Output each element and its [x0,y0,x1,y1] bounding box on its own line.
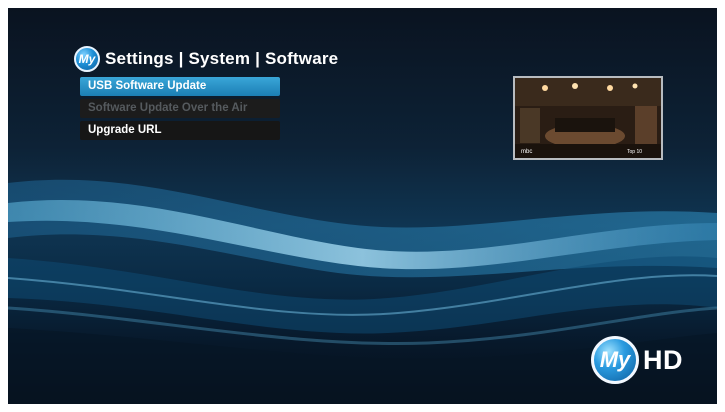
myhd-logo-hd: HD [643,344,683,375]
channel-logo: mbc [521,149,532,155]
menu-item-usb-software-update[interactable]: USB Software Update [80,77,280,96]
menu-item-software-update-ota[interactable]: Software Update Over the Air [80,99,280,118]
preview-overlay-text: Top 10 [627,149,642,155]
preview-scene: mbc Top 10 [515,78,661,158]
myhd-logo-circle: My [591,336,639,384]
page-title: Settings | System | Software [105,49,339,68]
tv-screen: My Settings | System | Software USB Soft… [8,8,717,404]
menu-item-upgrade-url[interactable]: Upgrade URL [80,121,280,140]
software-menu: USB Software Update Software Update Over… [80,77,280,143]
tv-preview-window: mbc Top 10 [513,76,663,160]
breadcrumb: My Settings | System | Software [74,46,338,72]
myhd-brand-logo: My HD [591,336,683,384]
my-logo-badge: My [74,46,100,72]
